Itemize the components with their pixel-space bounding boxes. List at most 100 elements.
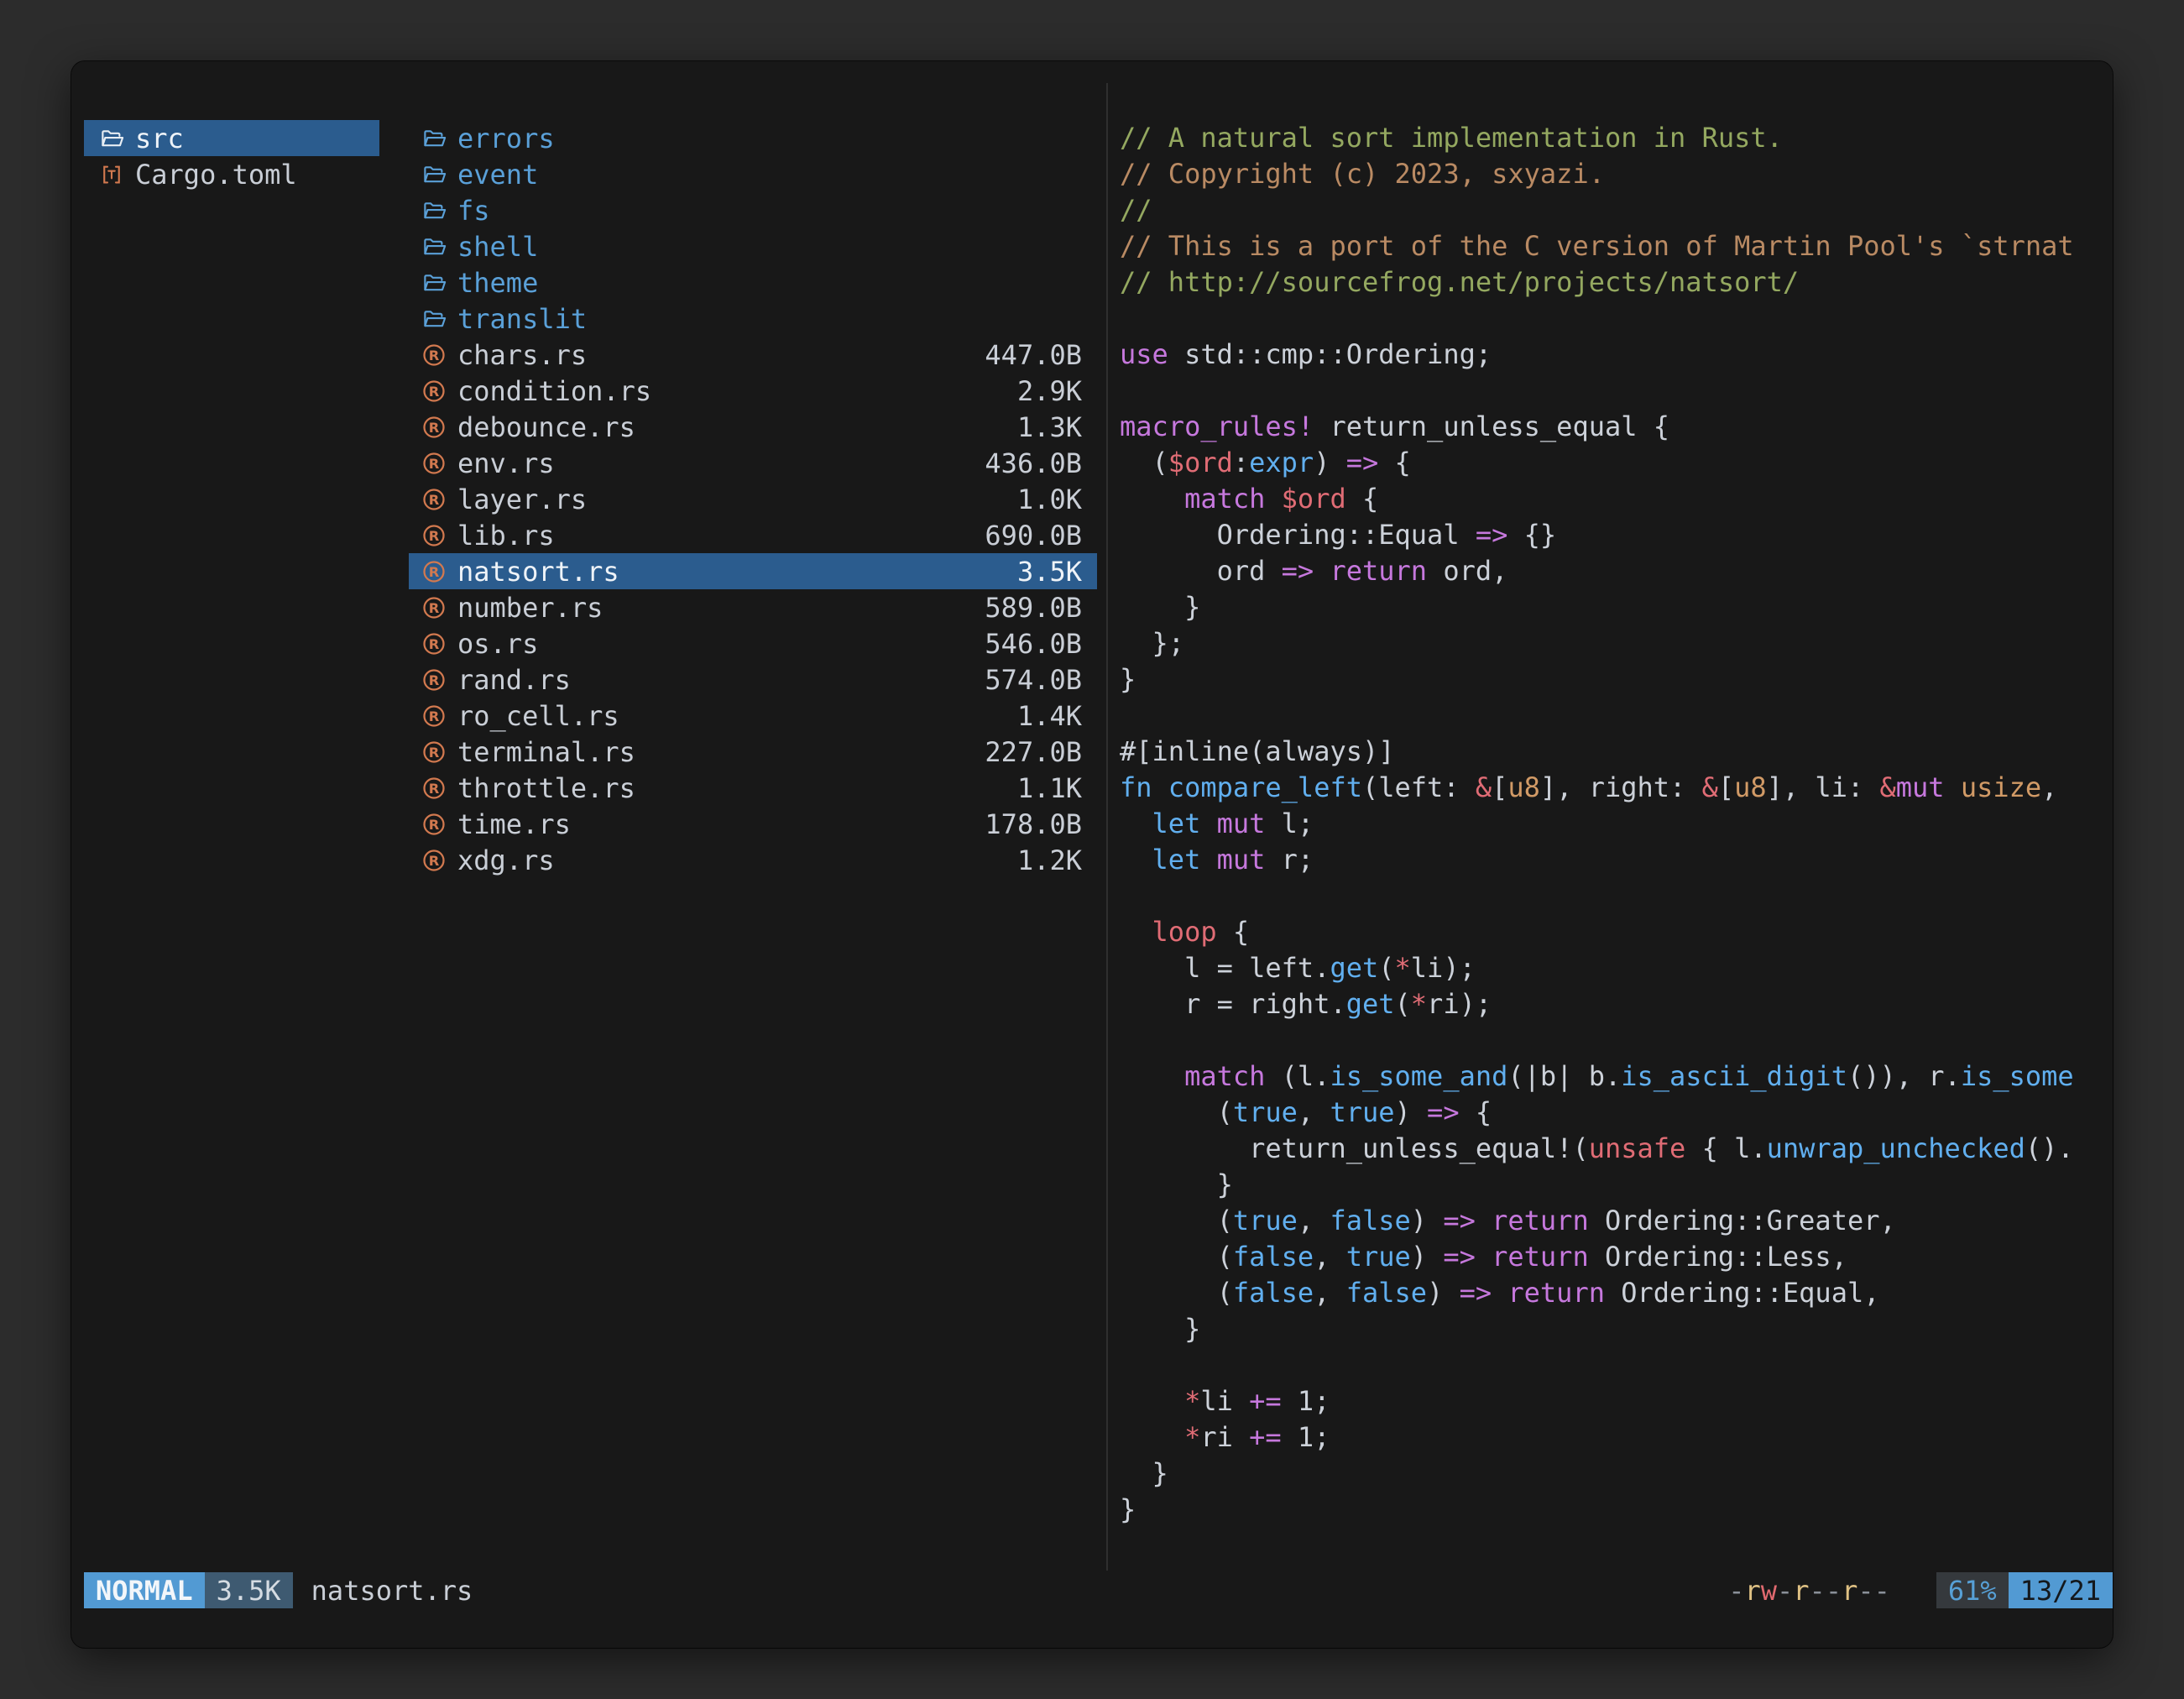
file-row[interactable]: Rnumber.rs 589.0B	[409, 589, 1097, 625]
file-size: 3.5K	[1017, 556, 1082, 588]
file-row[interactable]: errors	[409, 120, 1097, 156]
svg-text:R: R	[429, 852, 440, 868]
file-row[interactable]: Rlib.rs 690.0B	[409, 517, 1097, 553]
svg-text:R: R	[429, 708, 440, 724]
file-size: 690.0B	[985, 520, 1082, 552]
svg-text:R: R	[429, 816, 440, 832]
file-name: env.rs	[457, 447, 555, 479]
file-row[interactable]: Rdebounce.rs 1.3K	[409, 409, 1097, 445]
file-size: 589.0B	[985, 592, 1082, 624]
rust-icon: R	[421, 342, 447, 368]
folder-icon	[421, 126, 447, 151]
file-name: ro_cell.rs	[457, 700, 619, 732]
screen: { "colors": { "selection_bg": "#2b5c8e",…	[0, 0, 2184, 1699]
file-list-pane: errorseventfsshellthemetranslitRchars.rs…	[409, 120, 1097, 1572]
status-left: NORMAL 3.5K natsort.rs	[84, 1572, 473, 1608]
file-size: 178.0B	[985, 808, 1082, 840]
file-row[interactable]: event	[409, 156, 1097, 192]
rust-icon: R	[421, 812, 447, 837]
status-filename: natsort.rs	[311, 1575, 473, 1607]
file-row[interactable]: Rrand.rs 574.0B	[409, 661, 1097, 698]
svg-text:R: R	[429, 383, 440, 399]
svg-text:R: R	[429, 527, 440, 543]
svg-text:R: R	[429, 455, 440, 471]
file-row[interactable]: Rro_cell.rs 1.4K	[409, 698, 1097, 734]
file-size: 1.1K	[1017, 772, 1082, 804]
file-row[interactable]: Rnatsort.rs 3.5K	[409, 553, 1097, 589]
file-name: Cargo.toml	[135, 159, 297, 191]
rust-icon: R	[421, 848, 447, 873]
file-row[interactable]: Rxdg.rs 1.2K	[409, 842, 1097, 878]
file-name: chars.rs	[457, 339, 587, 371]
status-bar: NORMAL 3.5K natsort.rs -rw-r--r-- 61% 13…	[84, 1572, 2113, 1608]
svg-text:R: R	[429, 347, 440, 363]
file-name: xdg.rs	[457, 844, 555, 876]
file-size: 2.9K	[1017, 375, 1082, 407]
file-row[interactable]: Rchars.rs 447.0B	[409, 337, 1097, 373]
file-size-badge: 3.5K	[205, 1572, 293, 1608]
svg-text:R: R	[429, 780, 440, 796]
rust-icon: R	[421, 451, 447, 476]
file-name: fs	[457, 195, 490, 227]
file-size: 1.4K	[1017, 700, 1082, 732]
permissions: -rw-r--r--	[1728, 1575, 1890, 1607]
file-row[interactable]: Rterminal.rs227.0B	[409, 734, 1097, 770]
toml-icon	[99, 162, 124, 187]
file-name: rand.rs	[457, 664, 571, 696]
file-row[interactable]: shell	[409, 228, 1097, 264]
svg-text:R: R	[429, 672, 440, 687]
folder-icon	[99, 126, 124, 151]
file-row[interactable]: Rlayer.rs 1.0K	[409, 481, 1097, 517]
folder-icon	[421, 234, 447, 259]
file-size: 546.0B	[985, 628, 1082, 660]
file-row[interactable]: Renv.rs 436.0B	[409, 445, 1097, 481]
folder-icon	[421, 162, 447, 187]
file-name: debounce.rs	[457, 411, 635, 443]
rust-icon: R	[421, 559, 447, 584]
file-row[interactable]: fs	[409, 192, 1097, 228]
file-name: shell	[457, 231, 538, 263]
file-row[interactable]: Ros.rs546.0B	[409, 625, 1097, 661]
svg-text:R: R	[429, 419, 440, 435]
scroll-percent-badge: 61%	[1936, 1572, 2009, 1608]
rust-icon: R	[421, 487, 447, 512]
cursor-position-badge: 13/21	[2009, 1572, 2113, 1608]
file-size: 227.0B	[985, 736, 1082, 768]
svg-text:R: R	[429, 599, 440, 615]
rust-icon: R	[421, 415, 447, 440]
file-name: condition.rs	[457, 375, 651, 407]
file-size: 574.0B	[985, 664, 1082, 696]
file-name: throttle.rs	[457, 772, 635, 804]
folder-icon	[421, 306, 447, 332]
file-name: number.rs	[457, 592, 603, 624]
file-name: natsort.rs	[457, 556, 619, 588]
file-size: 447.0B	[985, 339, 1082, 371]
file-name: os.rs	[457, 628, 538, 660]
file-name: layer.rs	[457, 484, 587, 515]
rust-icon: R	[421, 523, 447, 548]
file-row[interactable]: Rcondition.rs 2.9K	[409, 373, 1097, 409]
file-size: 436.0B	[985, 447, 1082, 479]
file-row[interactable]: Rthrottle.rs 1.1K	[409, 770, 1097, 806]
rust-icon: R	[421, 740, 447, 765]
code-preview: // A natural sort implementation in Rust…	[1120, 120, 2113, 1528]
file-name: lib.rs	[457, 520, 555, 552]
file-size: 1.0K	[1017, 484, 1082, 515]
mode-badge: NORMAL	[84, 1572, 205, 1608]
file-row[interactable]: Rtime.rs 178.0B	[409, 806, 1097, 842]
file-size: 1.2K	[1017, 844, 1082, 876]
file-row[interactable]: translit	[409, 301, 1097, 337]
panes: src Cargo.toml errorseventfs shell themetra…	[71, 120, 2113, 1572]
rust-icon: R	[421, 703, 447, 729]
file-row[interactable]: src	[84, 120, 379, 156]
file-name: src	[135, 123, 184, 154]
file-row[interactable]: theme	[409, 264, 1097, 301]
preview-pane: // A natural sort implementation in Rust…	[1120, 120, 2113, 1572]
file-name: theme	[457, 267, 538, 299]
file-name: time.rs	[457, 808, 571, 840]
status-right: -rw-r--r-- 61% 13/21	[1728, 1572, 2113, 1608]
file-row[interactable]: Cargo.toml	[84, 156, 379, 192]
file-size: 1.3K	[1017, 411, 1082, 443]
svg-text:R: R	[429, 491, 440, 507]
rust-icon: R	[421, 379, 447, 404]
